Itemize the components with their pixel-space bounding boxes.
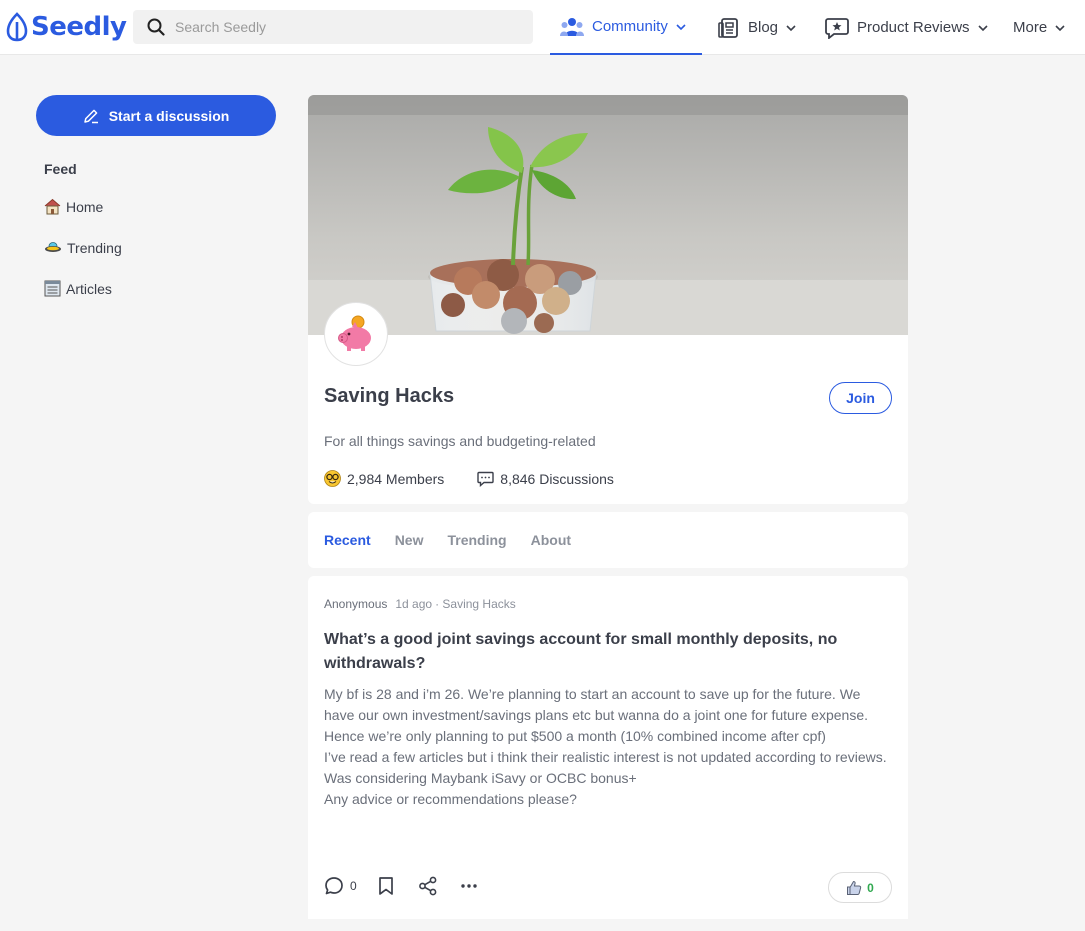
community-stats: 2,984 Members 8,846 Discussions bbox=[324, 470, 614, 487]
seedly-logo[interactable]: Seedly bbox=[6, 10, 127, 44]
post-body-paragraph: I’ve read a few articles but i think the… bbox=[324, 749, 887, 765]
chevron-down-icon bbox=[676, 23, 686, 30]
sidebar-item-trending[interactable]: Trending bbox=[44, 239, 122, 256]
community-icon bbox=[560, 17, 584, 36]
start-discussion-label: Start a discussion bbox=[108, 107, 230, 124]
post-author[interactable]: Anonymous bbox=[324, 597, 387, 611]
sidebar-item-label: Home bbox=[66, 198, 104, 215]
feed-heading: Feed bbox=[44, 161, 77, 177]
post-card[interactable]: Anonymous 1d ago · Saving Hacks What’s a… bbox=[308, 576, 908, 919]
top-header: Seedly Community Blog bbox=[0, 0, 1085, 55]
community-name: Saving Hacks bbox=[324, 385, 455, 407]
thumbs-up-icon bbox=[847, 880, 862, 895]
nerd-face-icon bbox=[324, 470, 341, 487]
community-avatar bbox=[324, 302, 388, 366]
post-time: 1d ago bbox=[395, 597, 433, 611]
sidebar-item-home[interactable]: Home bbox=[44, 198, 103, 215]
sidebar-item-articles[interactable]: Articles bbox=[44, 280, 112, 297]
nav-community[interactable]: Community bbox=[550, 0, 702, 55]
nav-product-reviews-label: Product Reviews bbox=[857, 19, 970, 36]
search-icon bbox=[147, 18, 165, 36]
nav-blog-label: Blog bbox=[748, 19, 779, 36]
community-description: For all things savings and budgeting-rel… bbox=[324, 433, 596, 449]
upvote-count: 0 bbox=[867, 880, 874, 895]
members-count: 2,984 Members bbox=[347, 470, 445, 487]
nav-blog[interactable]: Blog bbox=[718, 0, 796, 55]
share-icon[interactable] bbox=[418, 876, 438, 896]
post-title[interactable]: What’s a good joint savings account for … bbox=[324, 628, 884, 676]
discussions-count: 8,846 Discussions bbox=[500, 470, 614, 487]
comment-icon bbox=[325, 877, 343, 895]
seed-logo-icon bbox=[6, 12, 28, 42]
chevron-down-icon bbox=[786, 24, 796, 31]
post-body-paragraph: Was considering Maybank iSavy or OCBC bo… bbox=[324, 770, 637, 786]
nav-community-label: Community bbox=[592, 18, 668, 35]
post-community[interactable]: · Saving Hacks bbox=[435, 597, 516, 611]
piggy-bank-icon bbox=[338, 315, 371, 351]
post-actions: 0 bbox=[324, 876, 478, 896]
start-discussion-button[interactable]: Start a discussion bbox=[36, 95, 276, 136]
join-button[interactable]: Join bbox=[829, 382, 892, 414]
sidebar-item-label: Articles bbox=[66, 280, 112, 297]
comment-button[interactable]: 0 bbox=[324, 876, 357, 896]
nav-more-label: More bbox=[1013, 19, 1048, 36]
post-meta: Anonymous 1d ago · Saving Hacks bbox=[324, 597, 516, 611]
search-bar[interactable] bbox=[133, 10, 533, 44]
chevron-down-icon bbox=[1055, 24, 1065, 31]
tab-trending[interactable]: Trending bbox=[447, 532, 506, 548]
logo-text: Seedly bbox=[31, 12, 127, 42]
community-banner-image bbox=[308, 95, 908, 335]
post-body-paragraph: My bf is 28 and i’m 26. We’re planning t… bbox=[324, 686, 869, 744]
chevron-down-icon bbox=[977, 24, 988, 31]
house-icon bbox=[44, 198, 61, 215]
bookmark-icon[interactable] bbox=[377, 876, 395, 896]
blog-icon bbox=[718, 17, 738, 38]
feed-tabs: Recent New Trending About bbox=[308, 512, 908, 568]
chat-bubble-icon bbox=[477, 471, 494, 487]
newspaper-icon bbox=[44, 280, 61, 297]
comment-count: 0 bbox=[350, 879, 357, 893]
nav-more[interactable]: More bbox=[1013, 0, 1065, 55]
discussions-stat: 8,846 Discussions bbox=[477, 471, 614, 487]
upvote-button[interactable]: 0 bbox=[828, 872, 892, 903]
pencil-icon bbox=[83, 109, 98, 123]
members-stat: 2,984 Members bbox=[324, 470, 444, 487]
review-icon bbox=[825, 17, 849, 39]
search-input[interactable] bbox=[175, 19, 515, 35]
tab-recent[interactable]: Recent bbox=[324, 532, 371, 548]
community-card: Saving Hacks Join For all things savings… bbox=[308, 95, 908, 504]
tab-about[interactable]: About bbox=[531, 532, 571, 548]
post-body: My bf is 28 and i’m 26. We’re planning t… bbox=[324, 684, 892, 810]
more-options-icon[interactable] bbox=[460, 876, 478, 896]
ufo-icon bbox=[45, 242, 61, 252]
nav-product-reviews[interactable]: Product Reviews bbox=[825, 0, 988, 55]
sidebar-item-label: Trending bbox=[67, 239, 122, 256]
post-body-paragraph: Any advice or recommendations please? bbox=[324, 791, 577, 807]
tab-new[interactable]: New bbox=[395, 532, 424, 548]
